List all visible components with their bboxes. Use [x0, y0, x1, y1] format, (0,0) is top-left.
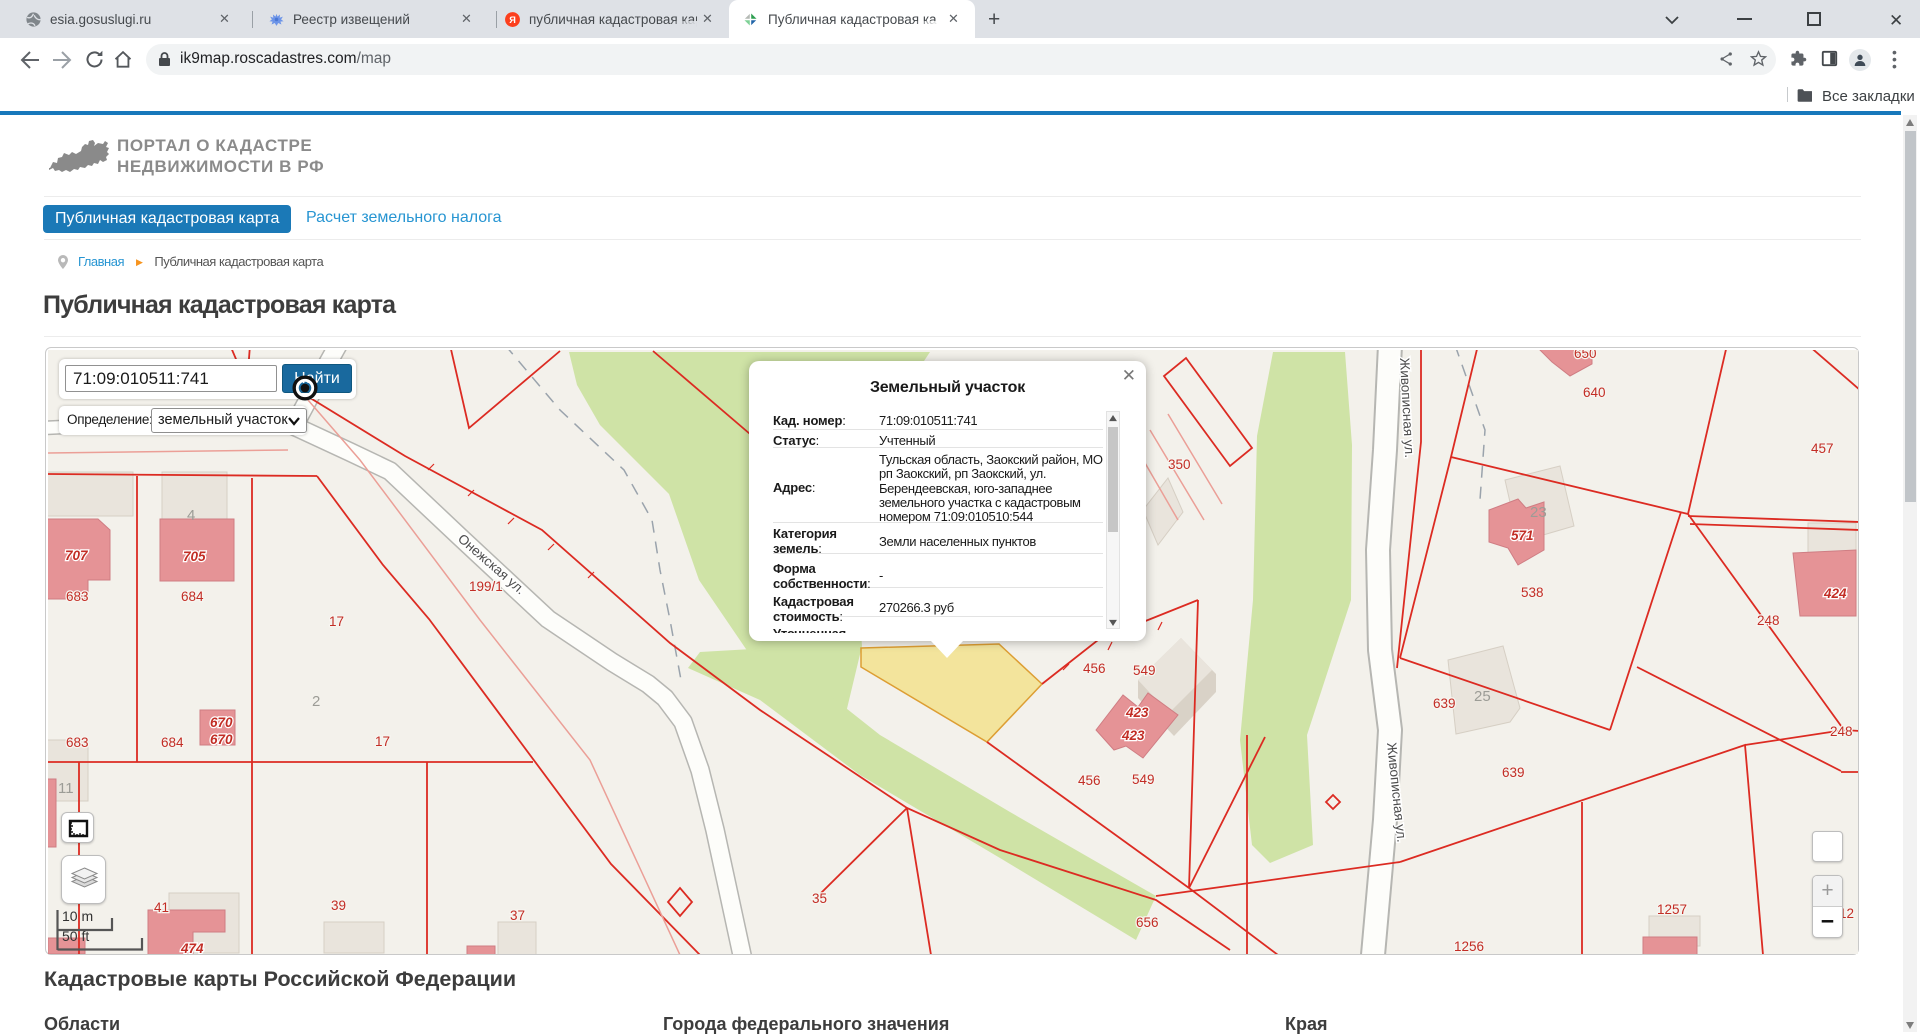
svg-text:199/1: 199/1	[469, 579, 503, 594]
svg-text:538: 538	[1521, 585, 1544, 600]
svg-text:474: 474	[180, 941, 204, 954]
svg-text:423: 423	[1121, 728, 1145, 743]
svg-text:17: 17	[375, 734, 390, 749]
svg-text:705: 705	[183, 549, 206, 564]
svg-text:4: 4	[187, 507, 195, 524]
svg-text:456: 456	[1078, 773, 1101, 788]
svg-text:248: 248	[1757, 613, 1780, 628]
svg-text:23: 23	[1530, 504, 1547, 521]
svg-text:248: 248	[1830, 724, 1853, 739]
svg-text:457: 457	[1811, 441, 1834, 456]
svg-text:424: 424	[1823, 586, 1847, 601]
svg-text:650: 650	[1574, 350, 1597, 361]
svg-text:Я: Я	[509, 15, 516, 25]
svg-text:35: 35	[812, 891, 827, 906]
svg-text:707: 707	[65, 548, 89, 563]
svg-text:640: 640	[1583, 385, 1606, 400]
svg-text:1256: 1256	[1454, 939, 1484, 954]
svg-text:684: 684	[181, 589, 204, 604]
svg-text:683: 683	[66, 589, 89, 604]
svg-text:37: 37	[510, 908, 525, 923]
svg-text:670: 670	[210, 715, 233, 730]
svg-text:639: 639	[1433, 696, 1456, 711]
svg-text:39: 39	[331, 898, 346, 913]
svg-text:639: 639	[1502, 765, 1525, 780]
svg-text:549: 549	[1132, 772, 1155, 787]
svg-text:1257: 1257	[1657, 902, 1687, 917]
svg-text:423: 423	[1125, 705, 1149, 720]
svg-text:17: 17	[329, 614, 344, 629]
svg-text:456: 456	[1083, 661, 1106, 676]
svg-text:350: 350	[1168, 457, 1191, 472]
svg-text:670: 670	[210, 732, 233, 747]
svg-text:684: 684	[161, 735, 184, 750]
svg-text:683: 683	[66, 735, 89, 750]
svg-text:11: 11	[58, 780, 74, 797]
svg-text:41: 41	[154, 900, 169, 915]
svg-text:2: 2	[312, 693, 320, 710]
svg-text:571: 571	[1511, 528, 1534, 543]
svg-text:549: 549	[1133, 663, 1156, 678]
svg-text:656: 656	[1136, 915, 1159, 930]
svg-text:25: 25	[1474, 688, 1491, 705]
